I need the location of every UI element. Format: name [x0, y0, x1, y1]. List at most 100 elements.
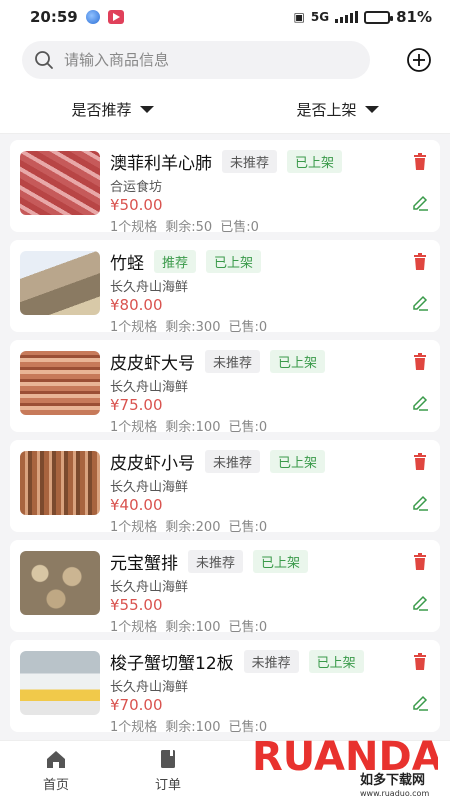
spec-count: 1个规格 [110, 420, 158, 435]
card-actions [410, 152, 430, 212]
shop-name: 长久舟山海鲜 [110, 580, 189, 595]
sold-count: 已售:0 [228, 420, 268, 435]
battery-percent: 81% [396, 8, 432, 26]
product-stats: 1个规格 剩余:50 已售:0 [110, 216, 398, 235]
spec-count: 1个规格 [110, 320, 158, 335]
edit-icon[interactable] [410, 292, 430, 312]
trash-icon[interactable] [410, 552, 430, 572]
caret-down-icon [139, 106, 154, 113]
listed-tag: 已上架 [253, 549, 309, 573]
trash-icon[interactable] [410, 352, 430, 372]
product-stats: 1个规格 剩余:200 已售:0 [110, 516, 398, 535]
product-thumbnail [20, 651, 100, 715]
card-actions [410, 652, 430, 712]
filter-recommend[interactable]: 是否推荐 [0, 86, 225, 133]
tab-home-label: 首页 [42, 778, 69, 793]
edit-icon[interactable] [410, 392, 430, 412]
product-info: 澳菲利羊心肺 未推荐 已上架 合运食坊 ¥50.00 1个规格 剩余:50 已售:0 [110, 149, 398, 235]
watermark-logo: RUANDADO 如多下载网 www.ruaduo.com [252, 734, 438, 798]
order-icon [161, 750, 175, 768]
stock-remaining: 剩余:200 [165, 520, 221, 535]
product-info: 皮皮虾小号 未推荐 已上架 长久舟山海鲜 ¥40.00 1个规格 剩余:200 已售:0 [110, 449, 398, 535]
search-input[interactable] [64, 51, 344, 69]
filter-recommend-label: 是否推荐 [71, 101, 132, 119]
listed-tag: 已上架 [270, 349, 326, 373]
card-actions [410, 552, 430, 612]
battery-icon [364, 10, 394, 24]
product-thumbnail [20, 151, 100, 215]
product-price: ¥70.00 [110, 696, 163, 714]
recommend-tag: 推荐 [154, 249, 197, 273]
product-thumbnail [20, 251, 100, 315]
product-card[interactable]: 澳菲利羊心肺 未推荐 已上架 合运食坊 ¥50.00 1个规格 剩余:50 已售:0 [10, 140, 440, 235]
recommend-tag: 未推荐 [243, 649, 299, 673]
watermark-url: www.ruaduo.com [360, 789, 429, 798]
product-name: 梭子蟹切蟹12板 [110, 653, 234, 674]
stock-remaining: 剩余:100 [165, 620, 221, 635]
trash-icon[interactable] [410, 152, 430, 172]
sold-count: 已售:0 [228, 520, 268, 535]
video-notification-icon [107, 10, 124, 24]
stock-remaining: 剩余:300 [165, 320, 221, 335]
product-name: 皮皮虾大号 [110, 353, 195, 374]
product-name: 皮皮虾小号 [110, 453, 195, 474]
status-left: 20:59 [30, 8, 124, 26]
product-thumbnail [20, 451, 100, 515]
recommend-tag: 未推荐 [222, 149, 278, 173]
product-name: 竹蛏 [110, 253, 144, 274]
spec-count: 1个规格 [110, 620, 158, 635]
home-icon [47, 751, 65, 768]
product-card[interactable]: 皮皮虾小号 未推荐 已上架 长久舟山海鲜 ¥40.00 1个规格 剩余:200 已售:0 [10, 440, 440, 535]
status-time: 20:59 [30, 8, 78, 26]
listed-tag: 已上架 [206, 249, 262, 273]
search-header [0, 34, 450, 86]
stock-remaining: 剩余:50 [165, 220, 213, 235]
app-notification-icon [85, 10, 100, 24]
sold-count: 已售:0 [220, 220, 259, 235]
tab-orders[interactable]: 订单 [112, 741, 224, 800]
search-box[interactable] [22, 41, 370, 79]
trash-icon[interactable] [410, 252, 430, 272]
product-info: 元宝蟹排 未推荐 已上架 长久舟山海鲜 ¥55.00 1个规格 剩余:100 已售:0 [110, 549, 398, 635]
trash-icon[interactable] [410, 652, 430, 672]
filter-bar: 是否推荐 是否上架 [0, 86, 450, 134]
product-list: 澳菲利羊心肺 未推荐 已上架 合运食坊 ¥50.00 1个规格 剩余:50 已售:0 竹… [0, 134, 450, 734]
add-product-icon[interactable] [406, 47, 432, 73]
edit-icon[interactable] [410, 592, 430, 612]
product-price: ¥40.00 [110, 496, 163, 514]
edit-icon[interactable] [410, 192, 430, 212]
product-card[interactable]: 皮皮虾大号 未推荐 已上架 长久舟山海鲜 ¥75.00 1个规格 剩余:100 已售:0 [10, 340, 440, 435]
status-bar: 20:59 ▣ 5G 81% [0, 0, 450, 34]
vibrate-icon: ▣ [293, 10, 305, 24]
shop-name: 长久舟山海鲜 [110, 280, 189, 295]
filter-listed[interactable]: 是否上架 [225, 86, 450, 133]
watermark-text: 如多下载网 [360, 772, 425, 788]
product-card[interactable]: 元宝蟹排 未推荐 已上架 长久舟山海鲜 ¥55.00 1个规格 剩余:100 已售:0 [10, 540, 440, 635]
listed-tag: 已上架 [270, 449, 326, 473]
product-stats: 1个规格 剩余:100 已售:0 [110, 616, 398, 635]
signal-icon [335, 11, 359, 23]
spec-count: 1个规格 [110, 520, 158, 535]
card-actions [410, 452, 430, 512]
recommend-tag: 未推荐 [205, 449, 261, 473]
tab-home[interactable]: 首页 [0, 741, 112, 800]
product-price: ¥80.00 [110, 296, 163, 314]
filter-listed-label: 是否上架 [296, 101, 357, 119]
stock-remaining: 剩余:100 [165, 720, 221, 734]
shop-name: 长久舟山海鲜 [110, 380, 189, 395]
product-price: ¥50.00 [110, 196, 163, 214]
status-right: ▣ 5G 81% [294, 8, 432, 26]
recommend-tag: 未推荐 [205, 349, 261, 373]
caret-down-icon [364, 106, 379, 113]
recommend-tag: 未推荐 [188, 549, 244, 573]
shop-name: 长久舟山海鲜 [110, 480, 189, 495]
edit-icon[interactable] [410, 492, 430, 512]
product-info: 皮皮虾大号 未推荐 已上架 长久舟山海鲜 ¥75.00 1个规格 剩余:100 已售:0 [110, 349, 398, 435]
trash-icon[interactable] [410, 452, 430, 472]
edit-icon[interactable] [410, 692, 430, 712]
product-card[interactable]: 梭子蟹切蟹12板 未推荐 已上架 长久舟山海鲜 ¥70.00 1个规格 剩余:100 已… [10, 640, 440, 734]
product-price: ¥55.00 [110, 596, 163, 614]
product-price: ¥75.00 [110, 396, 163, 414]
product-card[interactable]: 竹蛏 推荐 已上架 长久舟山海鲜 ¥80.00 1个规格 剩余:300 已售:0 [10, 240, 440, 335]
product-stats: 1个规格 剩余:300 已售:0 [110, 316, 398, 335]
